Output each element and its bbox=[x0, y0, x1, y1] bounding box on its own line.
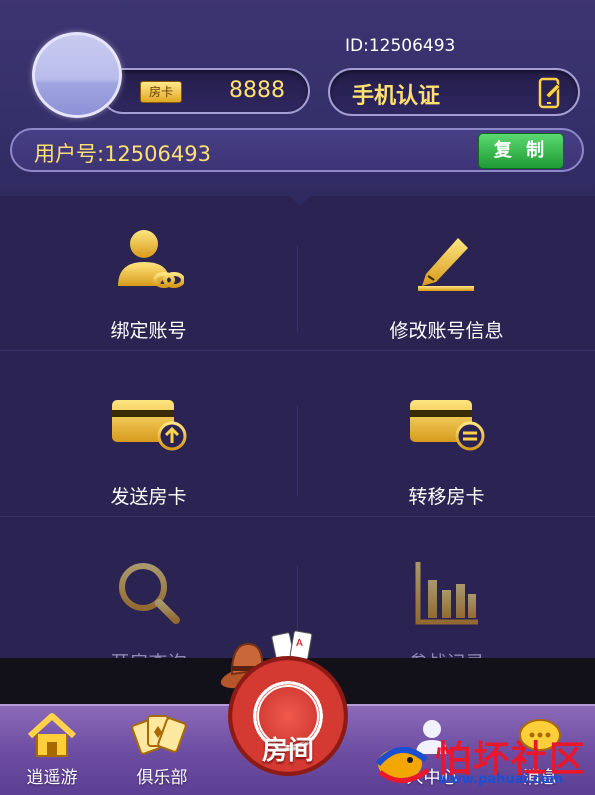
menu-label: 转移房卡 bbox=[408, 486, 485, 508]
magnifier-icon bbox=[118, 563, 180, 624]
menu-item-transfer-card[interactable]: 转移房卡 bbox=[298, 372, 595, 538]
account-menu-grid: 绑定账号 修改账号信息 发送房卡 转移房卡 bbox=[0, 196, 595, 674]
svg-text:A: A bbox=[296, 638, 303, 649]
tab-club[interactable]: 俱乐部 bbox=[112, 712, 212, 794]
bar-chart-icon bbox=[415, 562, 478, 625]
tab-home[interactable]: 逍遥游 bbox=[2, 712, 102, 794]
menu-item-bind-account[interactable]: 绑定账号 bbox=[0, 206, 297, 372]
phone-verify-button[interactable]: 手机认证 bbox=[328, 68, 580, 116]
cards-icon bbox=[132, 715, 187, 755]
pencil-edit-icon bbox=[417, 238, 474, 291]
phone-edit-icon bbox=[538, 77, 561, 109]
menu-label: 绑定账号 bbox=[110, 320, 187, 342]
room-center-button[interactable]: A 房间 bbox=[218, 630, 358, 786]
avatar[interactable] bbox=[32, 32, 122, 118]
tab-label: 逍遥游 bbox=[26, 768, 78, 788]
fish-logo-icon bbox=[375, 747, 430, 783]
watermark-logo: 怕坏社区 www.pahuai.com bbox=[370, 728, 590, 792]
room-card-badge: 房卡 bbox=[140, 81, 182, 103]
copy-button[interactable]: 复 制 bbox=[478, 133, 564, 169]
header-pointer bbox=[288, 194, 312, 206]
menu-label: 发送房卡 bbox=[110, 486, 187, 508]
user-number-bar: 用户号:12506493 复 制 bbox=[10, 128, 584, 172]
phone-verify-label: 手机认证 bbox=[352, 84, 441, 109]
home-icon bbox=[27, 713, 77, 757]
menu-item-edit-account[interactable]: 修改账号信息 bbox=[298, 206, 595, 372]
tab-label: 俱乐部 bbox=[136, 768, 188, 788]
watermark-url: www.pahuai.com bbox=[438, 772, 564, 787]
menu-label: 修改账号信息 bbox=[389, 320, 504, 342]
user-link-icon bbox=[117, 230, 184, 288]
card-transfer-icon bbox=[409, 400, 484, 451]
room-card-balance: 房卡 8888 bbox=[100, 68, 310, 114]
user-id-label: ID:12506493 bbox=[345, 36, 456, 56]
user-number: 用户号:12506493 bbox=[34, 142, 211, 166]
room-label: 房间 bbox=[261, 736, 314, 766]
card-send-icon bbox=[111, 400, 186, 451]
room-card-count: 8888 bbox=[229, 78, 285, 103]
menu-item-send-card[interactable]: 发送房卡 bbox=[0, 372, 297, 538]
profile-header: 房卡 8888 ID:12506493 手机认证 用户号:12506493 复 … bbox=[0, 0, 595, 196]
